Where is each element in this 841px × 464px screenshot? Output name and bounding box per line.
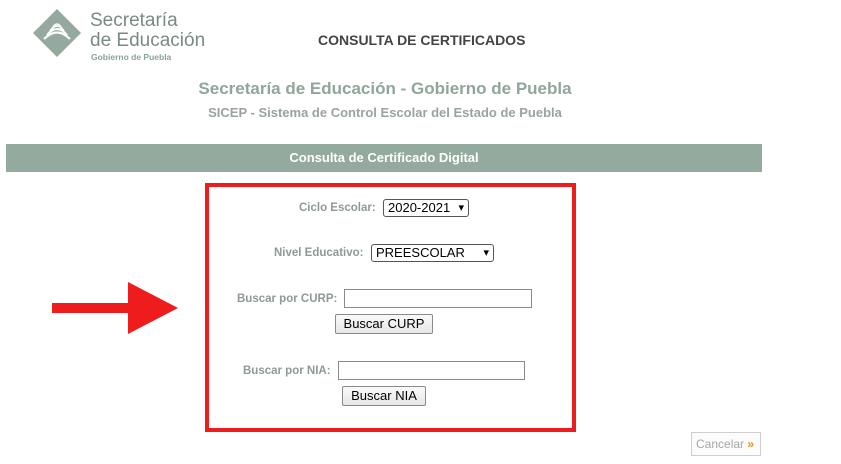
- logo-text-secretaria: Secretaría: [90, 10, 178, 31]
- double-chevron-right-icon: »: [747, 437, 755, 451]
- org-title: Secretaría de Educación - Gobierno de Pu…: [198, 79, 572, 98]
- section-header: Consulta de Certificado Digital: [6, 144, 762, 172]
- buscar-nia-button[interactable]: Buscar NIA: [342, 386, 426, 406]
- org-subtitle: SICEP - Sistema de Control Escolar del E…: [208, 105, 562, 120]
- nivel-educativo-value: PREESCOLAR: [376, 245, 465, 260]
- nivel-educativo-label: Nivel Educativo:: [274, 247, 364, 259]
- chevron-down-icon: ▾: [458, 202, 464, 214]
- logo-text-educacion: de Educación: [90, 30, 206, 51]
- logo-text-gobierno: Gobierno de Puebla: [91, 52, 172, 62]
- nia-label: Buscar por NIA:: [243, 365, 331, 377]
- education-logo: Secretaría de Educación Gobierno de Pueb…: [30, 6, 230, 62]
- red-arrow-icon: [52, 282, 178, 334]
- chevron-down-icon: ▾: [483, 247, 489, 259]
- curp-label: Buscar por CURP:: [237, 293, 338, 305]
- curp-input[interactable]: [344, 289, 532, 308]
- nia-input[interactable]: [338, 361, 525, 380]
- nivel-educativo-select[interactable]: PREESCOLAR ▾: [371, 244, 494, 262]
- ciclo-escolar-value: 2020-2021: [388, 200, 451, 215]
- ciclo-escolar-select[interactable]: 2020-2021 ▾: [383, 199, 469, 217]
- cancel-label: Cancelar: [696, 437, 745, 451]
- cancel-button[interactable]: Cancelar »: [691, 432, 761, 456]
- page-title: CONSULTA DE CERTIFICADOS: [318, 32, 526, 48]
- education-logo-icon: [32, 8, 82, 58]
- ciclo-escolar-label: Ciclo Escolar:: [299, 202, 376, 214]
- buscar-curp-button[interactable]: Buscar CURP: [335, 314, 433, 334]
